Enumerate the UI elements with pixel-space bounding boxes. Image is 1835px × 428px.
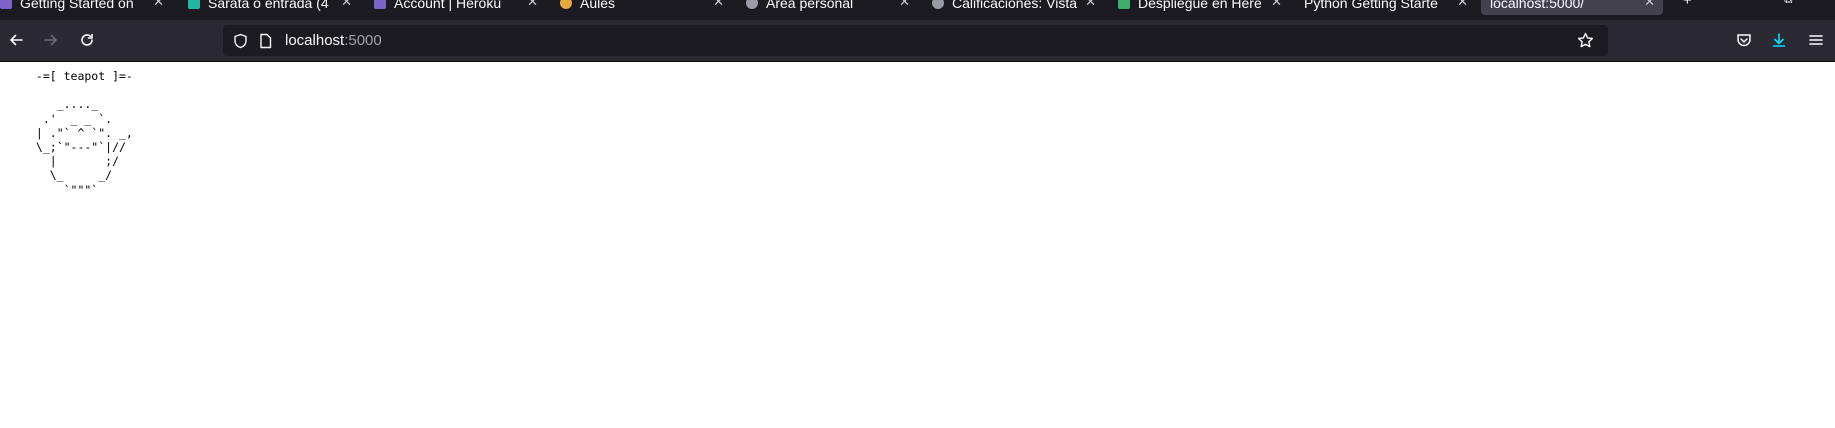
back-arrow-icon [10, 34, 23, 46]
close-icon[interactable]: ✕ [899, 0, 910, 10]
tab-bar: Getting Started on ✕ Sarata o entrada (4… [0, 0, 1835, 20]
forward-arrow-icon [44, 34, 57, 46]
tab-calificaciones[interactable]: Calificaciones: Vista ✕ [932, 0, 1104, 14]
tab-title: Despliegue en Here [1138, 0, 1262, 11]
close-icon[interactable]: ✕ [527, 0, 538, 10]
tracking-protection-shield-icon[interactable] [233, 33, 248, 49]
close-icon[interactable]: ✕ [1271, 0, 1282, 10]
list-all-tabs-icon[interactable]: ⧉ [1784, 0, 1793, 7]
close-icon[interactable]: ✕ [713, 0, 724, 10]
tab-sarata[interactable]: Sarata o entrada (4 ✕ [188, 0, 360, 14]
globe-favicon-icon [932, 0, 944, 9]
tab-title: Calificaciones: Vista [952, 0, 1078, 11]
url-text[interactable]: localhost:5000 [285, 32, 382, 49]
sarata-favicon-icon [188, 0, 200, 9]
tab-localhost[interactable]: localhost:5000/ ✕ [1481, 0, 1663, 15]
reload-icon [81, 33, 93, 46]
tab-python-getting-started[interactable]: Python Getting Starte ✕ [1304, 0, 1476, 14]
aules-favicon-icon [560, 0, 572, 9]
github-favicon-icon [1118, 0, 1130, 9]
tab-aules[interactable]: Aules ✕ [560, 0, 732, 14]
app-menu-button[interactable] [1805, 29, 1827, 51]
new-tab-button[interactable]: + [1683, 0, 1692, 9]
pocket-icon [1737, 34, 1751, 47]
hamburger-menu-icon [1809, 35, 1823, 45]
page-info-icon[interactable] [259, 33, 272, 49]
tab-account-heroku[interactable]: Account | Heroku ✕ [374, 0, 546, 14]
tab-title: Sarata o entrada (4 [208, 0, 329, 11]
page-content: -=[ teapot ]=- _...._ .' _ _ `. | ."` ^ … [0, 62, 1835, 428]
forward-button[interactable] [40, 29, 62, 51]
tab-getting-started[interactable]: Getting Started on ✕ [0, 0, 172, 14]
url-bar[interactable]: localhost:5000 [223, 25, 1608, 56]
tab-title: Account | Heroku [394, 0, 502, 11]
tab-area-personal[interactable]: Àrea personal ✕ [746, 0, 918, 14]
url-host: localhost [285, 32, 345, 49]
heroku-favicon-icon [374, 0, 386, 9]
navigation-bar: localhost:5000 [0, 20, 1835, 62]
tab-title: Python Getting Starte [1304, 0, 1438, 11]
browser-chrome: Getting Started on ✕ Sarata o entrada (4… [0, 0, 1835, 62]
teapot-ascii-art: -=[ teapot ]=- _...._ .' _ _ `. | ."` ^ … [35, 69, 133, 197]
close-icon[interactable]: ✕ [153, 0, 164, 10]
heroku-favicon-icon [0, 0, 12, 9]
close-icon[interactable]: ✕ [341, 0, 352, 10]
url-port: :5000 [344, 32, 382, 49]
reload-button[interactable] [76, 29, 98, 51]
close-icon[interactable]: ✕ [1457, 0, 1468, 10]
close-icon[interactable]: ✕ [1085, 0, 1096, 10]
download-arrow-icon [1772, 33, 1786, 47]
back-button[interactable] [5, 29, 27, 51]
tab-title: Aules [580, 0, 616, 11]
tab-title: localhost:5000/ [1490, 0, 1585, 11]
tab-title: Getting Started on [20, 0, 134, 11]
tab-title: Àrea personal [766, 0, 854, 11]
pocket-button[interactable] [1733, 29, 1755, 51]
downloads-button[interactable] [1768, 29, 1790, 51]
bookmark-star-icon[interactable] [1577, 32, 1594, 49]
globe-favicon-icon [746, 0, 758, 9]
tab-despliegue[interactable]: Despliegue en Here ✕ [1118, 0, 1290, 14]
close-icon[interactable]: ✕ [1644, 0, 1655, 10]
